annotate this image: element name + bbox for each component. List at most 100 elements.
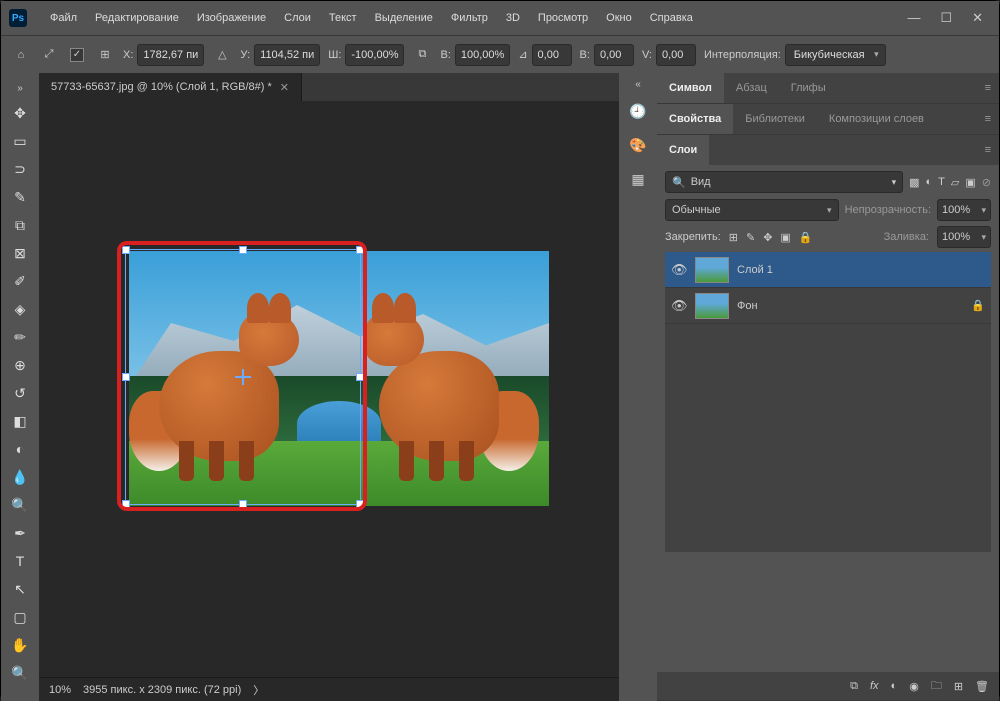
tab-layer-comps[interactable]: Композиции слоев [817,104,936,134]
brush-tool-icon[interactable]: ✏ [5,324,35,350]
close-icon[interactable]: ✕ [972,10,983,26]
tab-properties[interactable]: Свойства [657,104,733,134]
lock-artboard-icon[interactable]: ▣ [780,231,790,244]
w-input[interactable]: -100,00% [345,44,404,66]
menu-edit[interactable]: Редактирование [86,12,188,24]
menu-layers[interactable]: Слои [275,12,320,24]
transform-mode-icon[interactable]: ⤢ [39,45,59,65]
filter-pixel-icon[interactable]: ▩ [909,176,919,189]
handle-top-right[interactable] [356,246,364,254]
lock-position-icon[interactable]: ✥ [763,231,772,244]
handle-top-mid[interactable] [239,246,247,254]
history-panel-icon[interactable]: 🕘 [625,98,651,124]
panel-menu-icon[interactable]: ≡ [977,144,999,156]
reference-point-icon[interactable]: ⊞ [95,45,115,65]
handle-top-left[interactable] [122,246,130,254]
blur-tool-icon[interactable]: 💧 [5,464,35,490]
path-select-icon[interactable]: ↖ [5,576,35,602]
gradient-tool-icon[interactable]: ◐ [5,436,35,462]
x-input[interactable]: 1782,67 пи [137,44,204,66]
tab-libraries[interactable]: Библиотеки [733,104,817,134]
document-tab[interactable]: 57733-65637.jpg @ 10% (Слой 1, RGB/8#) *… [39,73,302,101]
h-input[interactable]: 100,00% [455,44,510,66]
lasso-tool-icon[interactable]: ⊃ [5,156,35,182]
canvas[interactable] [39,101,619,677]
strip-expand-icon[interactable]: « [635,79,641,90]
panel-menu-icon[interactable]: ≡ [977,113,999,125]
swap-xy-icon[interactable]: △ [212,45,232,65]
opacity-input[interactable]: 100% [937,199,991,221]
layer-name[interactable]: Слой 1 [737,264,773,276]
layer-fx-icon[interactable]: fx [870,680,879,692]
color-panel-icon[interactable]: 🎨 [625,132,651,158]
menu-text[interactable]: Текст [320,12,366,24]
checkbox-icon[interactable]: ✓ [67,45,87,65]
swatches-panel-icon[interactable]: ▦ [625,166,651,192]
menu-filter[interactable]: Фильтр [442,12,497,24]
handle-mid-left[interactable] [122,373,130,381]
quick-select-tool-icon[interactable]: ✎ [5,184,35,210]
move-tool-icon[interactable]: ✥ [5,100,35,126]
lock-paint-icon[interactable]: ✎ [746,231,755,244]
angle-input[interactable]: 0,00 [532,44,572,66]
toolbar-expand-icon[interactable]: » [17,79,23,98]
layer-name[interactable]: Фон [737,300,758,312]
filter-smart-icon[interactable]: ▣ [965,176,975,189]
history-brush-icon[interactable]: ↺ [5,380,35,406]
type-tool-icon[interactable]: T [5,548,35,574]
menu-select[interactable]: Выделение [366,12,442,24]
eraser-tool-icon[interactable]: ◧ [5,408,35,434]
menu-view[interactable]: Просмотр [529,12,597,24]
filter-adjust-icon[interactable]: ◐ [926,176,933,189]
hand-tool-icon[interactable]: ✋ [5,632,35,658]
filter-shape-icon[interactable]: ▱ [951,176,959,189]
lock-pixels-icon[interactable]: ⊞ [729,231,738,244]
handle-bot-right[interactable] [356,500,364,508]
filter-type-icon[interactable]: T [938,176,945,189]
tab-glyphs[interactable]: Глифы [779,73,838,103]
clone-tool-icon[interactable]: ⊕ [5,352,35,378]
menu-window[interactable]: Окно [597,12,641,24]
link-wh-icon[interactable]: ⧉ [412,45,432,65]
layer-thumbnail[interactable] [695,257,729,283]
filter-toggle-icon[interactable]: ⊘ [982,176,991,189]
adjustment-layer-icon[interactable]: ◉ [909,680,919,693]
handle-mid-right[interactable] [356,373,364,381]
eyedropper-tool-icon[interactable]: ✐ [5,268,35,294]
status-more-icon[interactable]: 〉 [253,682,264,698]
layer-thumbnail[interactable] [695,293,729,319]
new-layer-icon[interactable]: ⊞ [954,680,963,693]
marquee-tool-icon[interactable]: ▭ [5,128,35,154]
vskew-input[interactable]: 0,00 [656,44,696,66]
interp-select[interactable]: Бикубическая [785,44,886,66]
blend-mode-select[interactable]: Обычные [665,199,839,221]
link-layers-icon[interactable]: ⧉ [850,680,858,693]
lock-all-icon[interactable]: 🔒 [799,231,813,244]
layer-row[interactable]: 👁 Слой 1 [665,252,991,288]
tab-close-icon[interactable]: ✕ [280,81,289,94]
zoom-level[interactable]: 10% [49,684,71,696]
handle-bot-mid[interactable] [239,500,247,508]
menu-3d[interactable]: 3D [497,12,529,24]
frame-tool-icon[interactable]: ⊠ [5,240,35,266]
home-icon[interactable]: ⌂ [11,45,31,65]
layer-row[interactable]: 👁 Фон 🔒 [665,288,991,324]
tab-layers[interactable]: Слои [657,135,709,165]
hskew-input[interactable]: 0,00 [594,44,634,66]
healing-tool-icon[interactable]: ◈ [5,296,35,322]
handle-bot-left[interactable] [122,500,130,508]
shape-tool-icon[interactable]: ▢ [5,604,35,630]
minimize-icon[interactable]: — [907,10,920,26]
delete-layer-icon[interactable]: 🗑 [975,680,989,693]
layer-mask-icon[interactable]: ◐ [891,680,898,692]
transform-center-icon[interactable] [235,369,251,385]
fill-input[interactable]: 100% [937,226,991,248]
y-input[interactable]: 1104,52 пи [254,44,320,66]
group-icon[interactable]: 🗀 [931,677,942,696]
tab-character[interactable]: Символ [657,73,724,103]
visibility-icon[interactable]: 👁 [671,298,687,314]
crop-tool-icon[interactable]: ⧉ [5,212,35,238]
panel-menu-icon[interactable]: ≡ [977,82,999,94]
visibility-icon[interactable]: 👁 [671,262,687,278]
menu-help[interactable]: Справка [641,12,702,24]
